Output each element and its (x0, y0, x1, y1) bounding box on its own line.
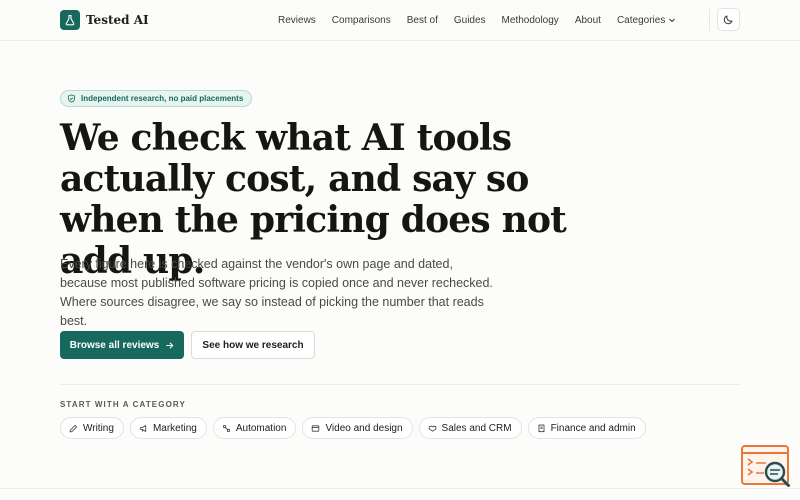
handshake-icon (428, 425, 436, 432)
category-chip-marketing[interactable]: Marketing (129, 417, 207, 439)
category-section-label: START WITH A CATEGORY (60, 400, 186, 409)
brand-logo[interactable]: Tested AI (60, 10, 149, 30)
category-chip-finance-admin[interactable]: Finance and admin (527, 417, 646, 439)
browse-reviews-button[interactable]: Browse all reviews (60, 331, 184, 359)
hero-lede: Every figure here is checked against the… (60, 257, 493, 328)
chip-label: Video and design (325, 422, 403, 434)
nav-methodology[interactable]: Methodology (502, 15, 559, 26)
nav-reviews[interactable]: Reviews (278, 15, 316, 26)
main-nav: Reviews Comparisons Best of Guides Metho… (278, 0, 676, 40)
see-research-button[interactable]: See how we research (191, 331, 315, 359)
theme-toggle-button[interactable] (717, 8, 740, 31)
megaphone-icon (139, 424, 147, 432)
flask-icon (60, 10, 80, 30)
category-chips: Writing Marketing Automation Video and d… (60, 417, 646, 439)
category-chip-automation[interactable]: Automation (212, 417, 297, 439)
chip-label: Sales and CRM (441, 422, 512, 434)
workflow-icon (222, 424, 230, 432)
moon-icon (723, 15, 733, 25)
brand-name: Tested AI (86, 13, 149, 27)
chevron-down-icon (669, 18, 676, 23)
shield-check-icon (68, 94, 75, 103)
nav-categories-label: Categories (616, 14, 666, 26)
pen-icon (69, 424, 78, 432)
video-icon (312, 424, 320, 432)
site-header: Tested AI Reviews Comparisons Best of Gu… (0, 0, 800, 41)
search-document-icon (741, 445, 790, 487)
arrow-right-icon (166, 341, 174, 349)
nav-comparisons[interactable]: Comparisons (332, 15, 391, 26)
nav-best-of[interactable]: Best of (407, 15, 438, 26)
fold-divider (0, 488, 800, 489)
header-divider (709, 9, 710, 31)
help-widget[interactable] (740, 444, 792, 490)
badge-text: Independent research, no paid placements (81, 94, 244, 103)
independence-badge: Independent research, no paid placements (60, 90, 253, 107)
chip-label: Finance and admin (550, 422, 636, 434)
chip-label: Marketing (152, 422, 197, 434)
browse-reviews-label: Browse all reviews (69, 339, 160, 351)
nav-guides[interactable]: Guides (454, 15, 486, 26)
category-chip-video-design[interactable]: Video and design (302, 417, 413, 439)
category-chip-sales-crm[interactable]: Sales and CRM (418, 417, 522, 439)
chip-label: Writing (83, 422, 114, 434)
category-chip-writing[interactable]: Writing (60, 417, 124, 439)
receipt-icon (538, 424, 545, 432)
chip-label: Automation (235, 422, 287, 434)
nav-categories-dropdown[interactable]: Categories (617, 15, 676, 26)
nav-about[interactable]: About (575, 15, 601, 26)
section-divider (60, 384, 740, 385)
